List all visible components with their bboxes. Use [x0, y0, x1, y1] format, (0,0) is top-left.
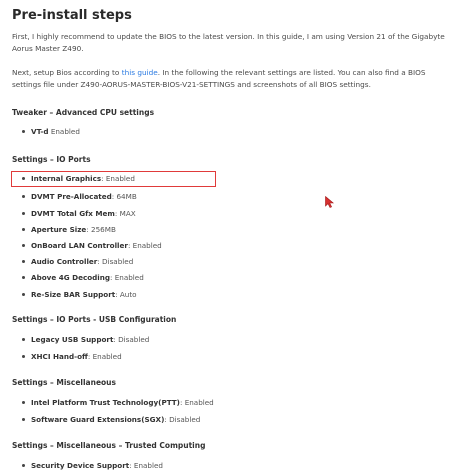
list-item: VT-d Enabled — [22, 127, 80, 137]
setting-key: Security Device Support — [31, 461, 130, 470]
list-item: Above 4G Decoding: Enabled — [22, 273, 144, 283]
section-heading-io-ports: Settings – IO Ports — [12, 155, 91, 164]
setup-text-before-link: Next, setup Bios according to — [12, 68, 122, 77]
bullet-icon — [22, 354, 25, 358]
setting-key: Intel Platform Trust Technology(PTT) — [31, 398, 180, 407]
bullet-icon — [22, 275, 25, 279]
setting-key: XHCI Hand-off — [31, 352, 88, 361]
page-title: Pre-install steps — [12, 8, 132, 23]
bullet-icon — [22, 194, 25, 198]
list-item: XHCI Hand-off: Enabled — [22, 352, 122, 362]
setting-value: : Enabled — [179, 398, 214, 407]
setup-text-after-link: . In the following the relevant settings… — [157, 68, 426, 77]
section-heading-usb-configuration: Settings – IO Ports - USB Configuration — [12, 315, 177, 324]
list-item: DVMT Pre-Allocated: 64MB — [22, 192, 137, 202]
section-heading-miscellaneous: Settings – Miscellaneous — [12, 378, 116, 387]
list-item: OnBoard LAN Controller: Enabled — [22, 241, 162, 251]
bullet-icon — [22, 211, 25, 215]
bullet-icon — [22, 337, 25, 341]
bullet-icon — [22, 243, 25, 247]
list-item: Legacy USB Support: Disabled — [22, 335, 149, 345]
setting-value: Enabled — [48, 127, 80, 136]
setting-key: VT-d — [31, 127, 49, 136]
mouse-pointer-icon — [325, 196, 334, 208]
setup-line-1: Next, setup Bios according to this guide… — [12, 67, 475, 79]
list-item: DVMT Total Gfx Mem: MAX — [22, 209, 136, 219]
bullet-icon — [22, 400, 25, 404]
bullet-icon — [22, 292, 25, 296]
section-heading-trusted-computing: Settings – Miscellaneous – Trusted Compu… — [12, 441, 206, 450]
bullet-icon — [22, 463, 25, 467]
bullet-icon — [22, 227, 25, 231]
setting-key: Re-Size BAR Support — [31, 290, 116, 299]
setting-key: DVMT Pre-Allocated — [31, 192, 112, 201]
setting-key: Software Guard Extensions(SGX) — [31, 415, 165, 424]
setting-key: Above 4G Decoding — [31, 273, 111, 282]
setting-key: OnBoard LAN Controller — [31, 241, 128, 250]
setting-value: : MAX — [114, 209, 136, 218]
setting-value: : Disabled — [113, 335, 150, 344]
setting-value: : Enabled — [87, 352, 122, 361]
highlight-box — [11, 171, 216, 187]
list-item: Audio Controller: Disabled — [22, 257, 133, 267]
document-page: Pre-install steps First, I highly recomm… — [0, 0, 475, 475]
setting-value: : 64MB — [111, 192, 137, 201]
setting-value: : Enabled — [127, 241, 162, 250]
setting-value: : Disabled — [97, 257, 134, 266]
setting-value: : Enabled — [110, 273, 144, 282]
setting-key: Legacy USB Support — [31, 335, 114, 344]
list-item: Intel Platform Trust Technology(PTT): En… — [22, 398, 214, 408]
setting-value: : Auto — [115, 290, 137, 299]
intro-line-2: Aorus Master Z490. — [12, 44, 84, 53]
section-heading-tweaker: Tweaker – Advanced CPU settings — [12, 108, 155, 117]
guide-link[interactable]: this guide — [122, 68, 158, 77]
setting-value: : Enabled — [129, 461, 163, 470]
setting-value: : 256MB — [86, 225, 116, 234]
list-item: Aperture Size: 256MB — [22, 225, 116, 235]
intro-paragraph: First, I highly recommend to update the … — [12, 31, 475, 55]
bullet-icon — [22, 129, 25, 133]
bullet-icon — [22, 259, 25, 263]
setting-key: Aperture Size — [31, 225, 87, 234]
setup-paragraph: Next, setup Bios according to this guide… — [12, 67, 475, 91]
list-item: Re-Size BAR Support: Auto — [22, 290, 137, 300]
list-item: Security Device Support: Enabled — [22, 461, 163, 471]
setup-line-2: settings file under Z490-AORUS-MASTER-BI… — [12, 80, 371, 89]
setting-value: : Disabled — [164, 415, 201, 424]
intro-line-1: First, I highly recommend to update the … — [12, 32, 445, 41]
setting-key: Audio Controller — [31, 257, 98, 266]
setting-key: DVMT Total Gfx Mem — [31, 209, 115, 218]
bullet-icon — [22, 417, 25, 421]
list-item: Software Guard Extensions(SGX): Disabled — [22, 415, 200, 425]
